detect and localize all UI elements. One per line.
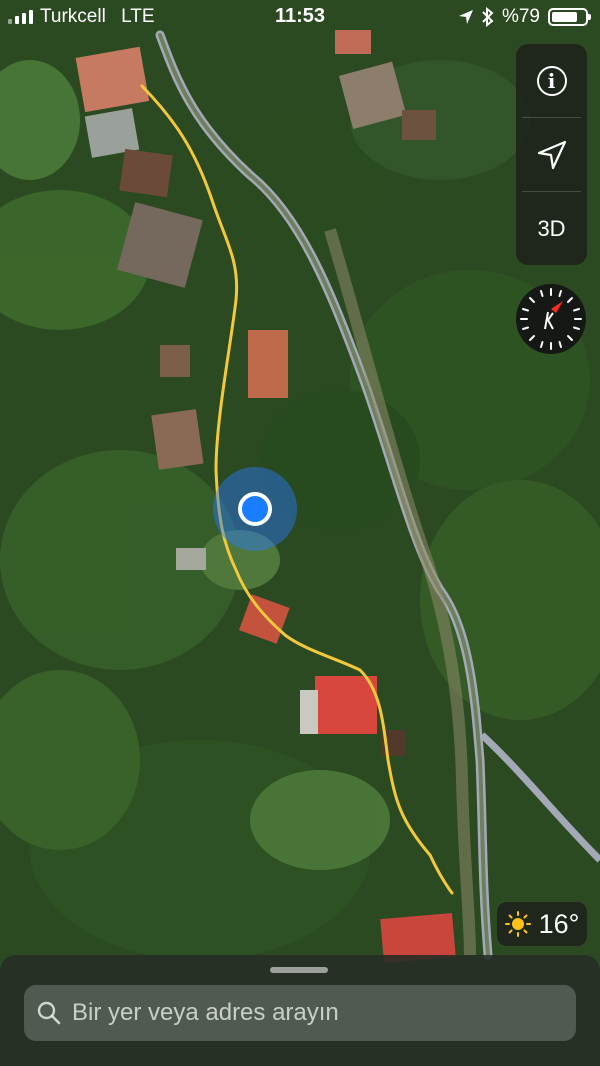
info-button[interactable]: i xyxy=(516,44,587,117)
search-bar[interactable] xyxy=(24,985,576,1041)
info-icon: i xyxy=(536,65,567,96)
status-right: %79 xyxy=(458,6,591,28)
track-location-button[interactable] xyxy=(516,118,587,191)
battery-percent: %79 xyxy=(501,6,540,27)
sheet-grabber[interactable] xyxy=(270,967,328,973)
sun-icon xyxy=(504,911,531,937)
status-bar: Turkcell LTE 11:53 %79 xyxy=(0,0,600,34)
search-icon xyxy=(37,1001,61,1025)
bluetooth-icon xyxy=(482,7,494,27)
temperature: 16° xyxy=(538,908,580,939)
current-location-dot[interactable] xyxy=(238,492,272,526)
battery-icon xyxy=(548,8,591,26)
compass-icon[interactable] xyxy=(515,283,587,355)
3d-button[interactable]: 3D xyxy=(516,192,587,265)
search-input[interactable] xyxy=(70,998,554,1028)
search-sheet xyxy=(0,955,600,1066)
weather-badge[interactable]: 16° xyxy=(497,902,587,946)
map-controls: i 3D xyxy=(516,44,587,265)
3d-label: 3D xyxy=(537,215,566,241)
location-arrow-icon xyxy=(537,140,566,169)
location-arrow-icon xyxy=(458,10,473,24)
